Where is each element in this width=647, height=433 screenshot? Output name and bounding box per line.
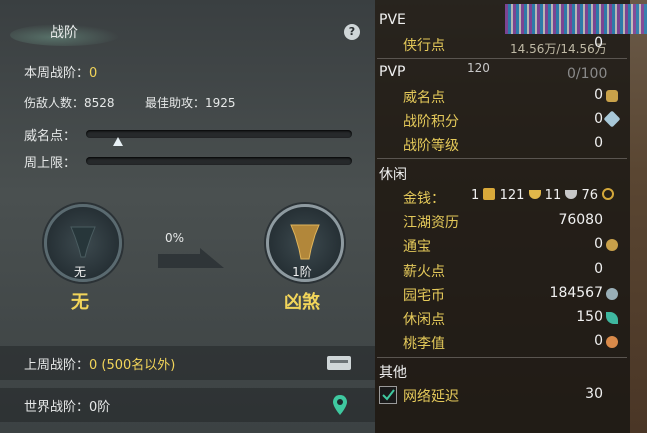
panel-title: 战阶	[50, 25, 78, 41]
row-label-tongbao: 通宝	[403, 239, 431, 255]
kills-label: 伤敌人数：	[24, 96, 85, 110]
fame-progress-marker	[112, 137, 123, 146]
weekly-cap-label: 周上限：	[24, 156, 77, 171]
map-pin-icon[interactable]	[332, 394, 348, 416]
row-value-home-coin: 184567	[549, 285, 603, 301]
panel-header: 战阶	[0, 18, 375, 48]
rank-panel: 战阶 ? 本周战阶：0 伤敌人数：8528 最佳助攻：1925 威名点： 周上限…	[0, 0, 375, 433]
g-coin-icon	[606, 288, 618, 300]
row-label-latency: 网络延迟	[403, 389, 459, 405]
row-value-fame: 0	[594, 87, 603, 103]
money-gold: 121	[499, 188, 525, 203]
row-label-leisure-point: 休闲点	[403, 312, 445, 328]
row-value-taoli: 0	[594, 333, 603, 349]
row-value-rank-score: 0	[594, 111, 603, 127]
background-ui-strip	[505, 4, 647, 34]
row-label-rank-level: 战阶等级	[403, 138, 459, 154]
fame-progress-bar	[86, 130, 352, 138]
gold-icon	[528, 190, 541, 199]
row-value-seniority: 76080	[558, 212, 603, 228]
row-label-taoli: 桃李值	[403, 336, 445, 352]
money-values: 1 121 11 76	[471, 188, 615, 203]
row-label-xiaxing: 侠行点	[403, 38, 445, 54]
row-label-rank-score: 战阶积分	[403, 114, 459, 130]
last-week-value: 0 (500名以外)	[89, 358, 176, 373]
divider	[377, 357, 627, 358]
progress-percent: 0%	[165, 231, 185, 245]
week-rank-value: 0	[89, 66, 98, 81]
money-gold-ingot: 1	[471, 188, 480, 203]
latency-checkbox[interactable]	[379, 386, 397, 404]
current-rank-name: 无	[71, 292, 89, 313]
world-rank: 世界战阶：0阶	[24, 396, 110, 415]
gold-chest-icon	[606, 90, 618, 102]
overlay-number: 120	[467, 61, 490, 75]
world-rank-row: 世界战阶：0阶	[0, 388, 375, 422]
row-value-xinhuo: 0	[594, 261, 603, 277]
assist-label: 最佳助攻：	[145, 96, 206, 110]
last-week-row: 上周战阶：0 (500名以外)	[0, 346, 375, 380]
ranking-list-icon[interactable]	[326, 354, 352, 372]
section-other: 其他	[379, 365, 407, 381]
weekly-cap-bar	[86, 157, 352, 165]
row-label-money: 金钱：	[403, 191, 445, 207]
row-label-home-coin: 园宅币	[403, 288, 445, 304]
money-copper: 76	[581, 188, 599, 203]
kills-value: 8528	[84, 96, 115, 110]
row-label-xinhuo: 薪火点	[403, 264, 445, 280]
week-rank: 本周战阶：0	[24, 62, 97, 81]
next-medal-label: 1阶	[292, 265, 312, 279]
row-value-xiaxing: 0	[594, 35, 603, 51]
progress-arrow-icon	[158, 248, 224, 268]
money-silver: 11	[544, 188, 562, 203]
last-week-label: 上周战阶：	[24, 358, 90, 373]
row-value-rank-level: 0	[594, 135, 603, 151]
section-leisure: 休闲	[379, 167, 407, 183]
section-pvp: PVP	[379, 64, 406, 80]
currency-panel: 14.56万/14.56万 120 0/100 PVE 侠行点 0 PVP 威名…	[375, 0, 647, 433]
row-value-leisure-point: 150	[576, 309, 603, 325]
divider	[377, 58, 627, 59]
checkmark-icon	[382, 389, 395, 401]
next-rank-name: 凶煞	[284, 292, 320, 313]
gold-ingot-icon	[483, 188, 496, 200]
peach-icon	[606, 336, 618, 348]
world-rank-label: 世界战阶：	[24, 400, 90, 415]
section-pve: PVE	[379, 12, 406, 28]
world-rank-value: 0阶	[89, 400, 111, 415]
row-label-fame: 威名点	[403, 90, 445, 106]
current-medal-label: 无	[73, 265, 86, 279]
divider	[377, 158, 627, 159]
assist-stat: 最佳助攻：1925	[145, 94, 236, 111]
overlay-score: 0/100	[567, 66, 608, 82]
fame-label: 威名点：	[24, 129, 77, 144]
week-rank-label: 本周战阶：	[24, 66, 90, 81]
row-value-tongbao: 0	[594, 236, 603, 252]
row-value-latency: 30	[585, 386, 603, 402]
silver-icon	[565, 190, 578, 199]
kills-stat: 伤敌人数：8528	[24, 94, 115, 111]
row-label-seniority: 江湖资历	[403, 215, 459, 231]
copper-icon	[602, 188, 615, 200]
help-icon[interactable]: ?	[344, 24, 360, 40]
coin-icon	[606, 239, 618, 251]
last-week-rank: 上周战阶：0 (500名以外)	[24, 354, 175, 373]
assist-value: 1925	[205, 96, 236, 110]
